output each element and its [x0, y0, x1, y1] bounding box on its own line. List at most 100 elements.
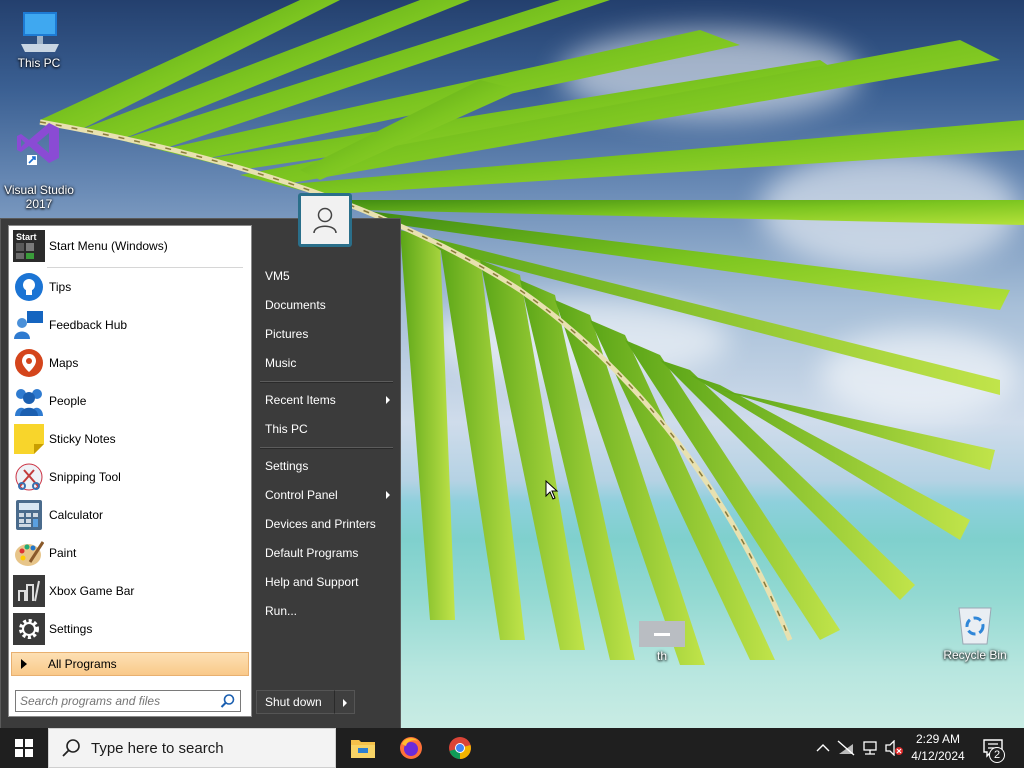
show-hidden-icons[interactable]	[813, 738, 833, 758]
calculator-icon	[16, 500, 42, 530]
desktop-icon-recycle-bin[interactable]: Recycle Bin	[935, 604, 1015, 662]
program-label: People	[49, 394, 87, 408]
taskbar-file-explorer[interactable]	[339, 728, 387, 768]
all-programs-label: All Programs	[48, 657, 117, 671]
search-icon	[62, 739, 80, 757]
file-explorer-icon	[351, 740, 375, 758]
program-label: Maps	[49, 356, 79, 370]
program-maps[interactable]: Maps	[13, 345, 247, 381]
recycle-bin-icon	[958, 607, 992, 645]
network-off-icon	[837, 740, 855, 756]
program-calculator[interactable]: Calculator	[13, 497, 247, 533]
right-item-label: Music	[265, 356, 297, 370]
desktop-icon-th[interactable]: th	[622, 621, 702, 663]
desktop-icon-label: th	[656, 649, 667, 663]
right-item-recent-items[interactable]: Recent Items	[258, 387, 394, 413]
program-people[interactable]: People	[13, 383, 247, 419]
sticky-notes-icon	[14, 424, 44, 454]
taskbar-search-placeholder: Type here to search	[91, 739, 224, 757]
clock-date: 4/12/2024	[911, 749, 965, 763]
program-search-input[interactable]	[16, 693, 220, 709]
monitor-icon	[21, 12, 59, 52]
windows-logo-icon	[15, 739, 33, 757]
separator	[47, 267, 243, 268]
program-label: Tips	[49, 280, 72, 294]
tips-icon	[15, 273, 43, 301]
right-item-music[interactable]: Music	[258, 350, 394, 376]
right-item-run[interactable]: Run...	[258, 598, 394, 624]
tray-network-off[interactable]	[836, 738, 856, 758]
right-item-label: Help and Support	[265, 575, 359, 589]
separator	[260, 381, 393, 383]
maps-icon	[15, 349, 43, 377]
right-item-vm5[interactable]: VM5	[258, 263, 394, 289]
program-label: Snipping Tool	[49, 470, 121, 484]
desktop-icon-label: Recycle Bin	[943, 648, 1007, 662]
taskbar: Type here to search 2:29 AM 4/12/2024 2	[0, 728, 1024, 768]
chrome-icon	[449, 737, 471, 759]
desktop-icon-label: This PC	[17, 56, 61, 70]
program-tips[interactable]: Tips	[13, 269, 247, 305]
submenu-arrow-icon	[386, 491, 390, 499]
taskbar-chrome[interactable]	[436, 728, 484, 768]
action-center-button[interactable]: 2	[982, 737, 1006, 763]
taskbar-firefox[interactable]	[387, 728, 435, 768]
right-item-pictures[interactable]: Pictures	[258, 321, 394, 347]
user-account-tile[interactable]	[298, 193, 352, 247]
right-item-settings[interactable]: Settings	[258, 453, 394, 479]
separator	[260, 447, 393, 449]
right-item-control-panel[interactable]: Control Panel	[258, 482, 394, 508]
search-icon[interactable]	[220, 693, 236, 709]
right-item-label: Devices and Printers	[265, 517, 376, 531]
program-label: Xbox Game Bar	[49, 584, 135, 598]
right-item-label: VM5	[265, 269, 290, 283]
program-start-menu-windows[interactable]: Start Start Menu (Windows)	[13, 228, 247, 264]
start-button[interactable]	[0, 728, 48, 768]
program-sticky-notes[interactable]: Sticky Notes	[13, 421, 247, 457]
clock-time: 2:29 AM	[915, 732, 961, 746]
right-item-label: Run...	[265, 604, 298, 618]
program-label: Settings	[49, 622, 93, 636]
taskbar-clock[interactable]: 2:29 AM 4/12/2024	[905, 731, 971, 765]
program-snipping-tool[interactable]: Snipping Tool	[13, 459, 247, 495]
shutdown-options-button[interactable]	[334, 690, 355, 714]
program-label: Calculator	[49, 508, 104, 522]
tray-network[interactable]	[860, 738, 880, 758]
network-icon	[863, 741, 877, 755]
program-label: Feedback Hub	[49, 318, 128, 332]
program-xbox-game-bar[interactable]: Xbox Game Bar	[13, 573, 247, 609]
snipping-tool-icon	[15, 463, 43, 491]
desktop-icon-visual-studio[interactable]: Visual Studio 2017	[0, 105, 79, 211]
feedback-hub-icon	[14, 311, 43, 339]
right-item-default-programs[interactable]: Default Programs	[258, 540, 394, 566]
programs-pane: Start Start Menu (Windows) Tips Feedback…	[8, 225, 252, 717]
program-paint[interactable]: Paint	[13, 535, 247, 571]
shutdown-label: Shut down	[265, 695, 322, 709]
notification-count-badge: 2	[989, 747, 1005, 763]
start-menu: Start Start Menu (Windows) Tips Feedback…	[0, 218, 401, 728]
settings-gear-icon	[13, 613, 45, 645]
right-item-this-pc[interactable]: This PC	[258, 416, 394, 442]
all-programs-button[interactable]: All Programs	[11, 652, 249, 676]
start-badge-text: Start	[16, 232, 37, 242]
program-label: Start Menu (Windows)	[49, 239, 168, 253]
program-settings[interactable]: Settings	[13, 611, 247, 647]
right-item-help-and-support[interactable]: Help and Support	[258, 569, 394, 595]
program-feedback-hub[interactable]: Feedback Hub	[13, 307, 247, 343]
right-item-label: Control Panel	[265, 488, 338, 502]
window-minimized-icon	[639, 621, 685, 647]
volume-muted-icon	[885, 740, 903, 756]
visual-studio-icon	[17, 123, 59, 165]
user-avatar-icon	[313, 207, 337, 234]
desktop-icon-this-pc[interactable]: This PC	[0, 10, 79, 70]
paint-icon	[15, 541, 44, 566]
right-item-devices-and-printers[interactable]: Devices and Printers	[258, 511, 394, 537]
expand-arrow-icon	[21, 659, 27, 669]
taskbar-search-box[interactable]: Type here to search	[48, 728, 336, 768]
tray-volume[interactable]	[884, 738, 904, 758]
firefox-icon	[400, 737, 422, 759]
right-item-label: Default Programs	[265, 546, 359, 560]
right-item-label: Settings	[265, 459, 309, 473]
right-item-documents[interactable]: Documents	[258, 292, 394, 318]
program-search-box[interactable]	[15, 690, 241, 712]
